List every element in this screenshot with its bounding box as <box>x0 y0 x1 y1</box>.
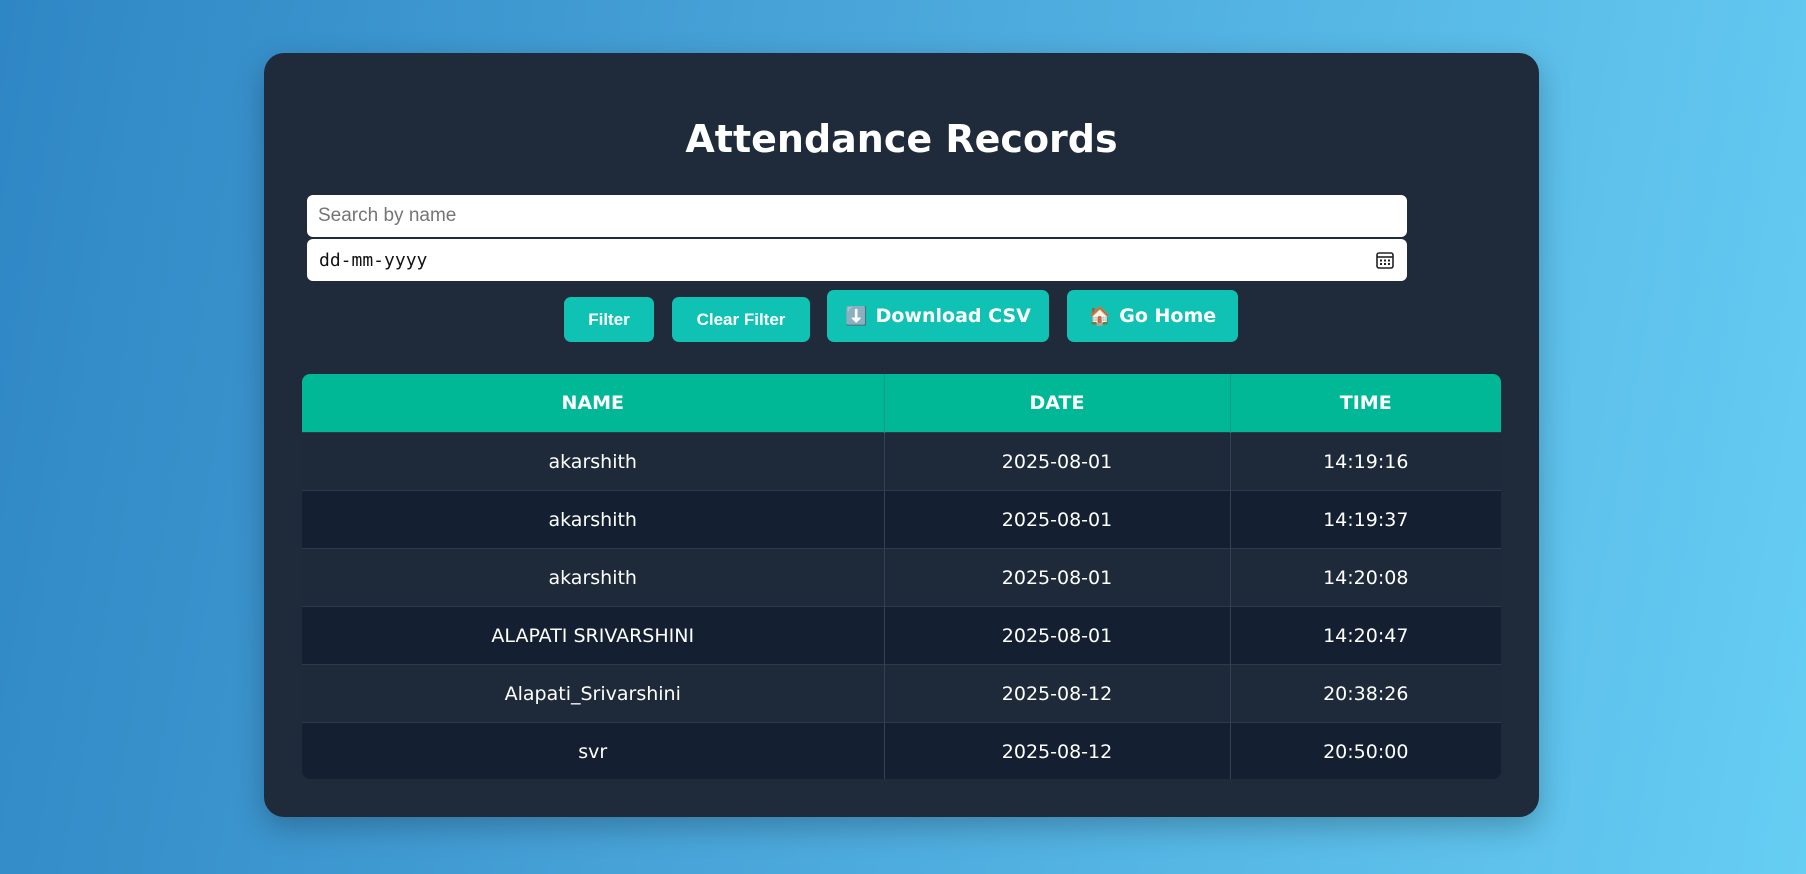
clear-filter-button[interactable]: Clear Filter <box>672 297 810 342</box>
cell-date: 2025-08-01 <box>884 548 1231 607</box>
home-icon: 🏠 <box>1088 305 1112 327</box>
table-row: akarshith 2025-08-01 14:19:37 <box>302 490 1501 549</box>
date-input[interactable]: dd-mm-yyyy <box>307 239 1407 281</box>
search-input[interactable] <box>307 195 1407 237</box>
table-row: svr 2025-08-12 20:50:00 <box>302 722 1501 779</box>
download-csv-button-label: Download CSV <box>875 305 1031 327</box>
cell-date: 2025-08-01 <box>884 490 1231 549</box>
table-row: Alapati_Srivarshini 2025-08-12 20:38:26 <box>302 664 1501 723</box>
cell-name: akarshith <box>302 432 885 491</box>
download-csv-button[interactable]: ⬇️ Download CSV <box>827 290 1049 342</box>
cell-name: Alapati_Srivarshini <box>302 664 885 723</box>
table-row: ALAPATI SRIVARSHINI 2025-08-01 14:20:47 <box>302 606 1501 665</box>
cell-name: akarshith <box>302 548 885 607</box>
table-row: akarshith 2025-08-01 14:20:08 <box>302 548 1501 607</box>
filter-button-label: Filter <box>588 309 630 329</box>
cell-name: svr <box>302 722 885 779</box>
filter-button[interactable]: Filter <box>564 297 654 342</box>
date-placeholder: dd-mm-yyyy <box>319 250 428 271</box>
cell-date: 2025-08-12 <box>884 722 1231 779</box>
cell-time: 14:19:16 <box>1230 432 1501 491</box>
download-arrow-icon: ⬇️ <box>845 305 868 327</box>
cell-time: 14:19:37 <box>1230 490 1501 549</box>
cell-name: ALAPATI SRIVARSHINI <box>302 606 885 665</box>
cell-time: 14:20:08 <box>1230 548 1501 607</box>
attendance-card: Attendance Records dd-mm-yyyy Filter Cle… <box>264 53 1539 817</box>
go-home-button-label: Go Home <box>1119 305 1217 327</box>
cell-time: 14:20:47 <box>1230 606 1501 665</box>
table-row: akarshith 2025-08-01 14:19:16 <box>302 432 1501 491</box>
cell-date: 2025-08-01 <box>884 606 1231 665</box>
page-title: Attendance Records <box>685 117 1118 161</box>
attendance-table: NAME DATE TIME akarshith 2025-08-01 14:1… <box>302 374 1501 779</box>
column-header-time: TIME <box>1230 374 1501 433</box>
clear-filter-button-label: Clear Filter <box>696 309 786 329</box>
column-header-date: DATE <box>884 374 1231 433</box>
calendar-icon[interactable] <box>1375 250 1395 270</box>
cell-date: 2025-08-12 <box>884 664 1231 723</box>
cell-time: 20:50:00 <box>1230 722 1501 779</box>
table-header-row: NAME DATE TIME <box>302 374 1501 433</box>
cell-date: 2025-08-01 <box>884 432 1231 491</box>
cell-time: 20:38:26 <box>1230 664 1501 723</box>
column-header-name: NAME <box>302 374 885 433</box>
cell-name: akarshith <box>302 490 885 549</box>
go-home-button[interactable]: 🏠 Go Home <box>1067 290 1238 342</box>
attendance-table-container: NAME DATE TIME akarshith 2025-08-01 14:1… <box>302 374 1501 779</box>
